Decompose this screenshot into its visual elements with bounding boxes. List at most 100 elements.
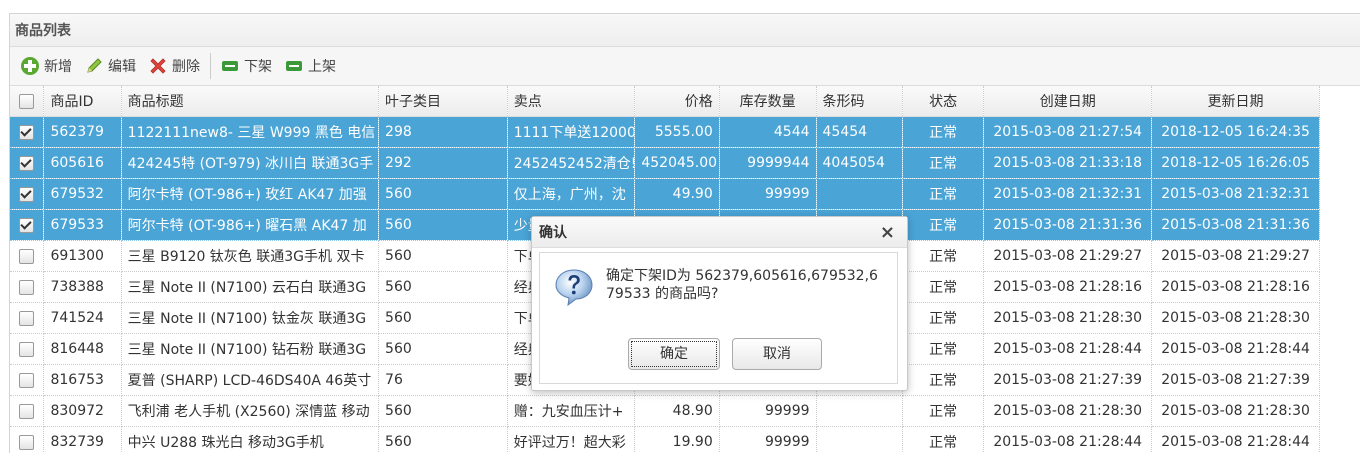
table-row[interactable]: 5623791122111new8- 三星 W999 黑色 电信2981111下… — [10, 117, 1320, 148]
cell-created: 2015-03-08 21:31:36 — [984, 210, 1152, 241]
plus-icon — [20, 56, 40, 76]
cell-id: 738388 — [44, 272, 121, 303]
cell-updated: 2015-03-08 21:31:36 — [1152, 210, 1320, 241]
delete-x-icon — [148, 56, 168, 76]
delete-button[interactable]: 删除 — [144, 52, 204, 80]
cell-category: 560 — [379, 272, 508, 303]
cell-barcode — [816, 396, 902, 427]
minus-box-icon — [220, 56, 240, 76]
cell-title: 三星 Note II (N7100) 钛金灰 联通3G — [121, 303, 378, 334]
row-checkbox-cell[interactable] — [10, 210, 44, 241]
cell-id: 562379 — [44, 117, 121, 148]
row-checkbox-cell[interactable] — [10, 396, 44, 427]
confirm-cancel-button[interactable]: 取消 — [732, 338, 822, 370]
col-header-created[interactable]: 创建日期 — [984, 86, 1152, 117]
row-checkbox[interactable] — [19, 342, 34, 357]
row-checkbox[interactable] — [19, 249, 34, 264]
col-header-barcode[interactable]: 条形码 — [816, 86, 902, 117]
pencil-icon — [84, 56, 104, 76]
col-header-updated[interactable]: 更新日期 — [1152, 86, 1320, 117]
select-all-checkbox-cell[interactable] — [10, 86, 44, 117]
row-checkbox-cell[interactable] — [10, 334, 44, 365]
cell-updated: 2015-03-08 21:28:30 — [1152, 303, 1320, 334]
row-checkbox[interactable] — [19, 218, 34, 233]
cell-created: 2015-03-08 21:27:39 — [984, 365, 1152, 396]
cell-title: 三星 Note II (N7100) 云石白 联通3G — [121, 272, 378, 303]
row-checkbox[interactable] — [19, 156, 34, 171]
row-checkbox[interactable] — [19, 404, 34, 419]
cell-status: 正常 — [902, 148, 983, 179]
cell-category: 560 — [379, 303, 508, 334]
cell-status: 正常 — [902, 334, 983, 365]
add-button[interactable]: 新增 — [16, 52, 76, 80]
row-checkbox-cell[interactable] — [10, 427, 44, 453]
cell-updated: 2018-12-05 16:26:05 — [1152, 148, 1320, 179]
select-all-checkbox[interactable] — [19, 94, 34, 109]
cell-status: 正常 — [902, 427, 983, 453]
cell-updated: 2015-03-08 21:28:16 — [1152, 272, 1320, 303]
minus-box-icon — [284, 56, 304, 76]
row-checkbox-cell[interactable] — [10, 303, 44, 334]
offshelf-button[interactable]: 下架 — [216, 52, 276, 80]
cell-selling-point: 仅上海，广州，沈 — [507, 179, 635, 210]
close-icon[interactable]: × — [880, 217, 895, 249]
cell-id: 691300 — [44, 241, 121, 272]
col-header-id[interactable]: 商品ID — [44, 86, 121, 117]
cell-price: 5555.00 — [635, 117, 719, 148]
table-row[interactable]: 605616424245特 (OT-979) 冰川白 联通3G手29224524… — [10, 148, 1320, 179]
cell-stock: 9999944 — [719, 148, 816, 179]
edit-button-label: 编辑 — [108, 56, 136, 76]
cell-category: 560 — [379, 210, 508, 241]
cell-title: 阿尔卡特 (OT-986+) 玫红 AK47 加强 — [121, 179, 378, 210]
onshelf-button[interactable]: 上架 — [280, 52, 340, 80]
cell-category: 292 — [379, 148, 508, 179]
delete-button-label: 删除 — [172, 56, 200, 76]
cell-category: 560 — [379, 241, 508, 272]
cell-updated: 2015-03-08 21:32:31 — [1152, 179, 1320, 210]
row-checkbox-cell[interactable] — [10, 148, 44, 179]
cell-selling-point: 2452452452清仓! — [507, 148, 635, 179]
row-checkbox-cell[interactable] — [10, 272, 44, 303]
edit-button[interactable]: 编辑 — [80, 52, 140, 80]
cell-category: 560 — [379, 334, 508, 365]
col-header-stock[interactable]: 库存数量 — [719, 86, 816, 117]
table-row[interactable]: 832739中兴 U288 珠光白 移动3G手机560好评过万！超大彩19.90… — [10, 427, 1320, 453]
col-header-title[interactable]: 商品标题 — [121, 86, 378, 117]
cell-category: 560 — [379, 396, 508, 427]
row-checkbox-cell[interactable] — [10, 179, 44, 210]
cell-id: 816753 — [44, 365, 121, 396]
col-header-status[interactable]: 状态 — [902, 86, 983, 117]
cell-created: 2015-03-08 21:32:31 — [984, 179, 1152, 210]
col-header-category[interactable]: 叶子类目 — [379, 86, 508, 117]
cell-barcode — [816, 427, 902, 453]
row-checkbox[interactable] — [19, 373, 34, 388]
cell-status: 正常 — [902, 179, 983, 210]
confirm-ok-button[interactable]: 确定 — [628, 338, 720, 370]
row-checkbox[interactable] — [19, 280, 34, 295]
cell-title: 三星 Note II (N7100) 钻石粉 联通3G — [121, 334, 378, 365]
cell-created: 2015-03-08 21:33:18 — [984, 148, 1152, 179]
cell-created: 2015-03-08 21:28:30 — [984, 303, 1152, 334]
table-row[interactable]: 679532阿尔卡特 (OT-986+) 玫红 AK47 加强560仅上海，广州… — [10, 179, 1320, 210]
row-checkbox-cell[interactable] — [10, 365, 44, 396]
row-checkbox[interactable] — [19, 311, 34, 326]
cell-title: 424245特 (OT-979) 冰川白 联通3G手 — [121, 148, 378, 179]
col-header-selling-point[interactable]: 卖点 — [507, 86, 635, 117]
cell-price: 19.90 — [635, 427, 719, 453]
cell-updated: 2015-03-08 21:28:44 — [1152, 427, 1320, 453]
col-header-price[interactable]: 价格 — [635, 86, 719, 117]
cell-created: 2015-03-08 21:28:30 — [984, 396, 1152, 427]
table-row[interactable]: 830972飞利浦 老人手机 (X2560) 深情蓝 移动560赠：九安血压计+… — [10, 396, 1320, 427]
cell-selling-point: 赠：九安血压计+ — [507, 396, 635, 427]
cell-category: 560 — [379, 427, 508, 453]
row-checkbox-cell[interactable] — [10, 241, 44, 272]
row-checkbox[interactable] — [19, 435, 34, 450]
cell-barcode: 45454 — [816, 117, 902, 148]
cell-category: 298 — [379, 117, 508, 148]
toolbar: 新增 编辑 删除 下架 — [10, 47, 1360, 86]
row-checkbox[interactable] — [19, 125, 34, 140]
cell-barcode: 4045054 — [816, 148, 902, 179]
row-checkbox[interactable] — [19, 187, 34, 202]
cell-status: 正常 — [902, 272, 983, 303]
row-checkbox-cell[interactable] — [10, 117, 44, 148]
